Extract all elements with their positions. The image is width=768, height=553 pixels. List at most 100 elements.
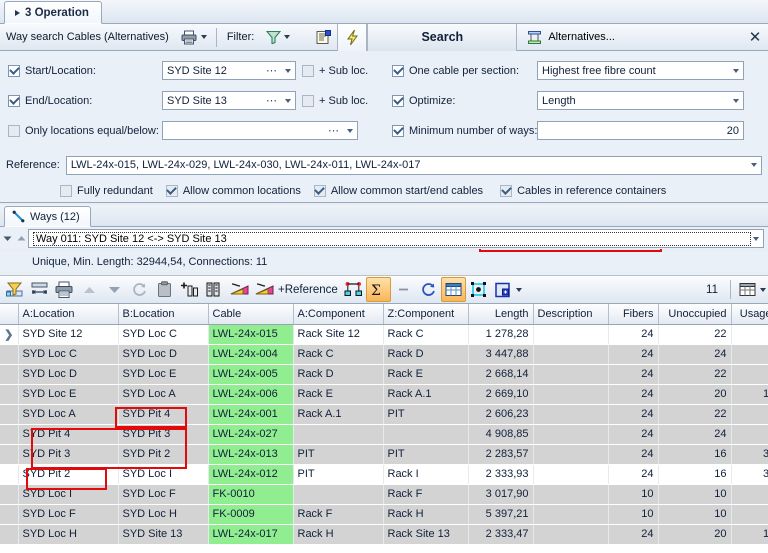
grid-layout-button[interactable] <box>735 277 760 302</box>
col-header-a-location[interactable]: A:Location <box>18 304 119 325</box>
option-allow-common-locations[interactable]: Allow common locations <box>165 185 301 197</box>
chevron-down-icon[interactable] <box>285 68 291 73</box>
cell-description[interactable] <box>533 464 609 485</box>
table-row[interactable]: SYD Loc I SYD Loc F FK-0010 Rack F3 017,90 1… <box>0 484 768 505</box>
optimize-select[interactable]: Length <box>537 91 744 110</box>
chevron-down-icon[interactable] <box>760 287 766 292</box>
cell-a_component[interactable]: Rack D <box>293 364 384 385</box>
only-locations-input[interactable]: ⋯ <box>162 121 358 140</box>
cell-a_component[interactable]: Rack H <box>293 524 384 545</box>
cell-description[interactable] <box>533 344 609 365</box>
cell-length[interactable]: 1 278,28 <box>468 324 534 345</box>
row-indicator[interactable] <box>0 524 19 545</box>
add-reference-label[interactable]: +Reference <box>277 284 341 296</box>
move-down-button[interactable] <box>102 277 127 302</box>
cell-b_location[interactable]: SYD Pit 2 <box>118 444 209 465</box>
cell-unoccupied[interactable]: 22 <box>658 364 732 385</box>
cell-fibers[interactable]: 10 <box>608 504 659 525</box>
row-indicator[interactable] <box>0 384 19 405</box>
close-button[interactable]: ✕ <box>746 28 764 46</box>
cell-a_location[interactable]: SYD Site 12 <box>18 324 119 345</box>
cell-cable[interactable]: LWL-24x-013 <box>208 444 294 465</box>
cell-a_component[interactable]: Rack E <box>293 384 384 405</box>
tab-ways[interactable]: Ways (12) <box>4 206 91 227</box>
cables-in-reference-containers-checkbox[interactable] <box>500 185 513 197</box>
table-row[interactable]: SYD Loc F SYD Loc H FK-0009 Rack F Rack H5 3… <box>0 504 768 525</box>
table-row[interactable]: SYD Loc A SYD Pit 4 LWL-24x-001 Rack A.1 PIT… <box>0 404 768 425</box>
cell-unoccupied[interactable]: 22 <box>658 404 732 425</box>
cell-description[interactable] <box>533 484 609 505</box>
cell-a_component[interactable]: Rack A.1 <box>293 404 384 425</box>
properties-button[interactable] <box>311 25 337 50</box>
cell-unoccupied[interactable]: 16 <box>658 464 732 485</box>
cell-unoccupied[interactable]: 20 <box>658 524 732 545</box>
cell-fibers[interactable]: 24 <box>608 524 659 545</box>
cell-z_component[interactable] <box>383 424 469 445</box>
cell-z_component[interactable]: Rack F <box>383 484 469 505</box>
start-sub-loc-checkbox[interactable] <box>302 65 314 77</box>
cell-a_location[interactable]: SYD Loc F <box>18 504 119 525</box>
ellipsis-icon[interactable]: ⋯ <box>266 64 278 77</box>
allow-common-start-end-cables-checkbox[interactable] <box>313 185 326 197</box>
row-indicator[interactable] <box>0 404 19 425</box>
only-locations-checkbox[interactable] <box>8 125 20 137</box>
cell-b_location[interactable]: SYD Loc C <box>118 324 209 345</box>
cell-fibers[interactable]: 24 <box>608 344 659 365</box>
cell-z_component[interactable]: Rack C <box>383 324 469 345</box>
cell-a_component[interactable] <box>293 484 384 505</box>
cell-length[interactable]: 4 908,85 <box>468 424 534 445</box>
cell-usage[interactable]: 33,33 <box>731 444 768 465</box>
chevron-down-icon[interactable] <box>733 68 739 73</box>
cell-description[interactable] <box>533 404 609 425</box>
cell-a_location[interactable]: SYD Pit 3 <box>18 444 119 465</box>
cell-cable[interactable]: LWL-24x-004 <box>208 344 294 365</box>
cell-a_component[interactable]: Rack F <box>293 504 384 525</box>
end-sub-loc-checkbox[interactable] <box>302 95 314 107</box>
cell-fibers[interactable]: 24 <box>608 364 659 385</box>
filter-button[interactable] <box>261 25 295 50</box>
cell-b_location[interactable]: SYD Pit 3 <box>118 424 209 445</box>
cell-z_component[interactable]: Rack E <box>383 364 469 385</box>
chevron-down-icon[interactable] <box>515 287 522 292</box>
chart2-button[interactable] <box>252 277 277 302</box>
cell-cable[interactable]: LWL-24x-027 <box>208 424 294 445</box>
cell-z_component[interactable]: PIT <box>383 444 469 465</box>
one-cable-per-section-checkbox[interactable] <box>392 65 404 77</box>
cell-b_location[interactable]: SYD Pit 4 <box>118 404 209 425</box>
cell-length[interactable]: 2 333,93 <box>468 464 534 485</box>
results-table-container[interactable]: A:Location B:Location Cable A:Component … <box>0 304 768 553</box>
cell-b_location[interactable]: SYD Site 13 <box>118 524 209 545</box>
col-header-unoccupied[interactable]: Unoccupied <box>658 304 732 325</box>
cell-a_location[interactable]: SYD Loc H <box>18 524 119 545</box>
cell-description[interactable] <box>533 364 609 385</box>
cell-cable[interactable]: FK-0010 <box>208 484 294 505</box>
move-up-button[interactable] <box>77 277 102 302</box>
cell-b_location[interactable]: SYD Loc A <box>118 384 209 405</box>
table-row[interactable]: SYD Loc C SYD Loc D LWL-24x-004 Rack C Rack … <box>0 344 768 365</box>
cell-usage[interactable]: 0,00 <box>731 504 768 525</box>
cell-description[interactable] <box>533 444 609 465</box>
table-row[interactable]: SYD Pit 3 SYD Pit 2 LWL-24x-013 PIT PIT 2 283… <box>0 444 768 465</box>
quick-action-button[interactable] <box>337 23 368 51</box>
cell-unoccupied[interactable]: 10 <box>658 484 732 505</box>
table-view-button[interactable] <box>440 277 466 302</box>
cell-usage[interactable]: 8,33 <box>731 364 768 385</box>
reload-button[interactable] <box>416 277 441 302</box>
col-header-b-location[interactable]: B:Location <box>118 304 209 325</box>
optimize-checkbox[interactable] <box>392 95 404 107</box>
ellipsis-icon[interactable]: ⋯ <box>328 124 340 137</box>
cell-length[interactable]: 2 283,57 <box>468 444 534 465</box>
export-button[interactable] <box>491 277 516 302</box>
cell-length[interactable]: 2 669,10 <box>468 384 534 405</box>
chevron-down-icon[interactable] <box>751 163 757 167</box>
cell-unoccupied[interactable]: 20 <box>658 384 732 405</box>
cell-length[interactable]: 2 668,14 <box>468 364 534 385</box>
row-indicator[interactable] <box>0 504 19 525</box>
print-button[interactable] <box>176 25 212 50</box>
clipboard-button[interactable] <box>152 277 177 302</box>
cell-z_component[interactable]: Rack I <box>383 464 469 485</box>
one-cable-per-section-select[interactable]: Highest free fibre count <box>537 61 744 80</box>
cell-a_location[interactable]: SYD Loc D <box>18 364 119 385</box>
chevron-down-icon[interactable] <box>347 128 353 133</box>
end-location-input[interactable]: SYD Site 13 ⋯ <box>162 91 296 110</box>
